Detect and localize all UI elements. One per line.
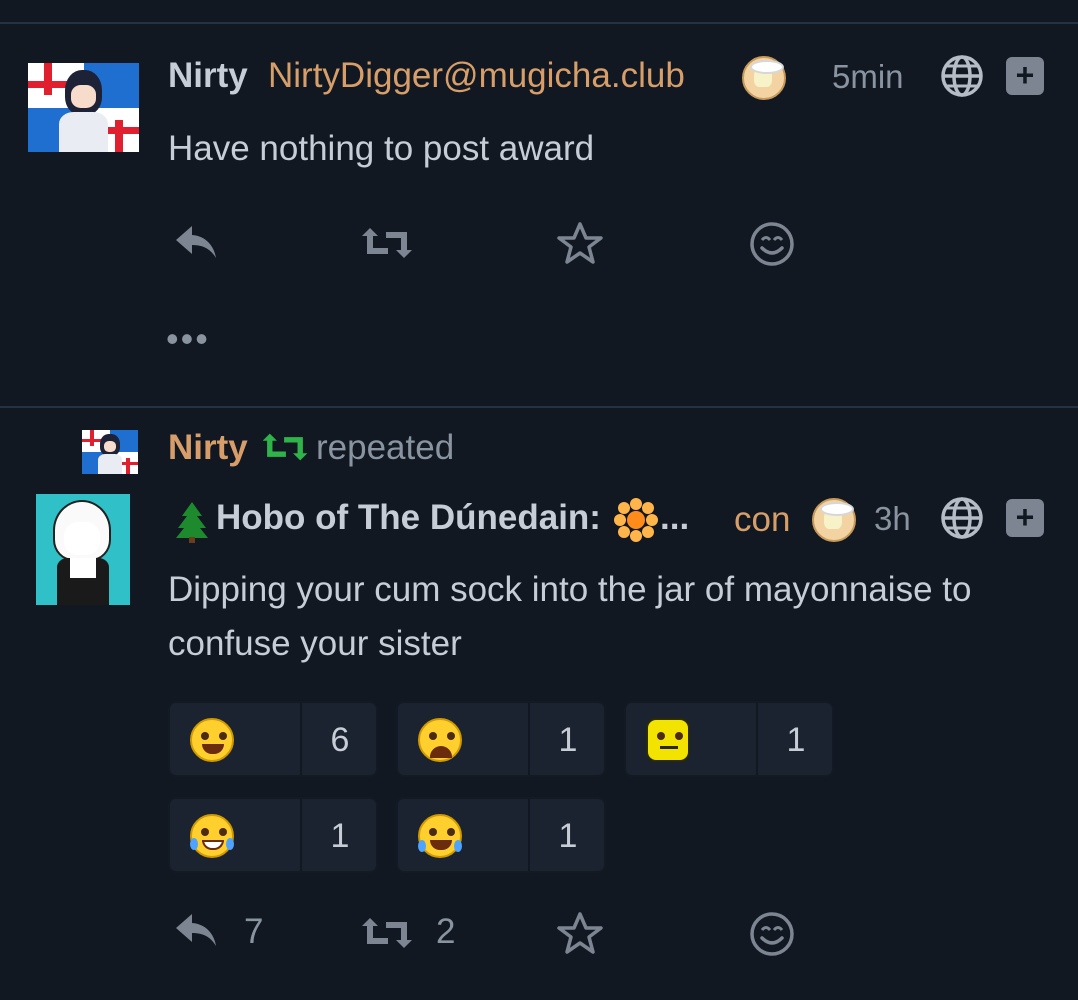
face-with-tears-of-joy-icon xyxy=(418,814,462,858)
avatar[interactable] xyxy=(36,494,130,605)
reaction-button[interactable]: 6 xyxy=(168,701,378,777)
top-divider xyxy=(0,22,1078,24)
booster-avatar[interactable] xyxy=(82,430,138,474)
reaction-count: 1 xyxy=(786,721,806,759)
reaction-count: 1 xyxy=(558,721,578,759)
instance-icon xyxy=(812,498,856,542)
boost-icon[interactable] xyxy=(362,914,412,952)
boost-icon[interactable] xyxy=(362,224,412,262)
emoji-icon[interactable] xyxy=(748,220,796,268)
avatar[interactable] xyxy=(28,63,139,152)
star-icon[interactable] xyxy=(556,220,604,268)
globe-icon[interactable] xyxy=(940,54,984,98)
more-menu-button[interactable]: ••• xyxy=(166,318,210,360)
grinning-squinting-face-icon xyxy=(190,718,234,762)
instance-icon xyxy=(742,56,786,100)
post-divider xyxy=(0,406,1078,408)
booster-name[interactable]: Nirty xyxy=(168,428,248,468)
flower-icon xyxy=(614,498,658,547)
reply-icon[interactable] xyxy=(172,910,220,954)
weary-face-icon xyxy=(418,718,462,762)
post-content: Dipping your cum sock into the jar of ma… xyxy=(168,570,972,663)
reaction-button[interactable]: 1 xyxy=(168,797,378,873)
reaction-button[interactable]: 1 xyxy=(396,797,606,873)
globe-icon[interactable] xyxy=(940,496,984,540)
reaction-button[interactable]: 1 xyxy=(396,701,606,777)
author-handle[interactable]: NirtyDigger@mugicha.club xyxy=(268,56,685,96)
author-name[interactable]: Nirty xyxy=(168,56,248,96)
author-name[interactable]: Hobo of The Dúnedain: xyxy=(216,498,601,538)
reaction-button[interactable]: 1 xyxy=(624,701,834,777)
rolling-on-the-floor-laughing-icon xyxy=(190,814,234,858)
reply-icon[interactable] xyxy=(172,222,220,266)
reaction-count: 6 xyxy=(330,721,350,759)
repeat-icon xyxy=(262,430,308,464)
repeated-label: repeated xyxy=(316,428,455,467)
reply-count: 7 xyxy=(244,912,264,951)
plus-icon[interactable]: + xyxy=(1006,499,1044,537)
plus-icon[interactable]: + xyxy=(1006,57,1044,95)
reaction-count: 1 xyxy=(330,817,350,855)
reaction-count: 1 xyxy=(558,817,578,855)
star-icon[interactable] xyxy=(556,910,604,958)
post-content: Have nothing to post award xyxy=(168,129,595,168)
emoji-icon[interactable] xyxy=(748,910,796,958)
post-time[interactable]: 3h xyxy=(874,500,911,538)
neutral-face-icon xyxy=(646,718,690,762)
post-time[interactable]: 5min xyxy=(832,58,904,96)
tree-icon xyxy=(170,500,214,549)
author-name-ellipsis: ... xyxy=(660,498,690,537)
boost-count: 2 xyxy=(436,912,456,951)
author-handle[interactable]: con xyxy=(734,500,790,540)
